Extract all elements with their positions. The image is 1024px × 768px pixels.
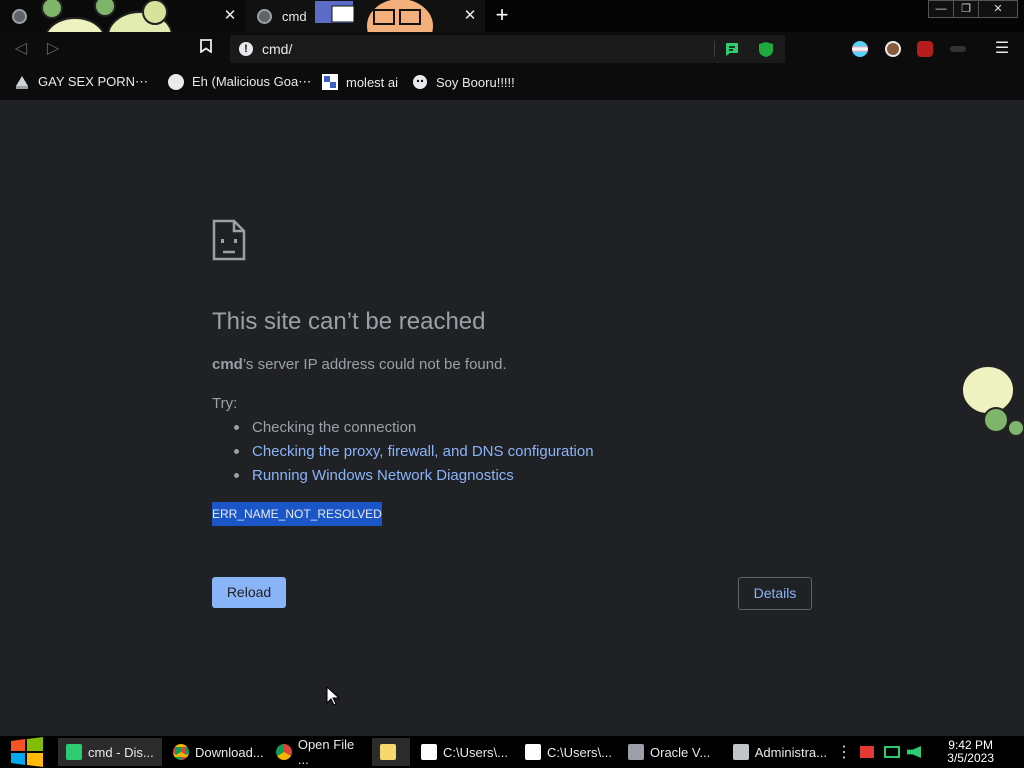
bookmark-4-icon bbox=[413, 75, 427, 89]
close-window-button[interactable]: ✕ bbox=[978, 0, 1018, 18]
restore-button[interactable]: ❐ bbox=[953, 0, 979, 18]
chrome-icon bbox=[173, 744, 189, 760]
chrome-icon bbox=[276, 744, 292, 760]
error-code: ERR_NAME_NOT_RESOLVED bbox=[212, 502, 382, 526]
tab-2-title: cmd bbox=[282, 8, 307, 24]
taskbar-item-explorer[interactable] bbox=[372, 738, 410, 766]
7zip-icon bbox=[525, 744, 541, 760]
tab-strip: ✕ cmd ✕ + — ❐ ✕ bbox=[0, 0, 1024, 63]
new-tab-button[interactable]: + bbox=[490, 4, 514, 28]
error-description: cmd’s server IP address could not be fou… bbox=[212, 356, 507, 373]
site-info-icon[interactable]: ! bbox=[239, 42, 253, 56]
forward-icon[interactable]: ▷ bbox=[42, 38, 64, 60]
taskbar-item-label: Oracle V... bbox=[650, 744, 711, 760]
bookmark-3-label: molest ai bbox=[346, 74, 399, 90]
bookmark-icon[interactable] bbox=[195, 38, 217, 60]
taskbar-item-virtualbox[interactable]: Oracle V... bbox=[620, 738, 720, 766]
error-page: This site can’t be reached cmd’s server … bbox=[0, 100, 1024, 736]
address-bar[interactable]: ! cmd/ bbox=[230, 35, 785, 63]
taskbar-item-label: cmd - Dis... bbox=[88, 744, 154, 760]
discord-icon bbox=[66, 744, 82, 760]
globe-icon bbox=[257, 8, 272, 24]
address-input[interactable]: cmd/ bbox=[262, 41, 292, 57]
bookmark-1-label: GAY SEX PORN⋯ bbox=[38, 74, 149, 89]
volume-icon[interactable] bbox=[907, 746, 921, 758]
bookmarks-bar: GAY SEX PORN⋯ Eh (Malicious Goa⋯ molest … bbox=[0, 66, 1024, 100]
bookmark-4[interactable]: Soy Booru!!!!! bbox=[412, 74, 515, 90]
minimize-button[interactable]: — bbox=[928, 0, 954, 18]
7zip-icon bbox=[421, 744, 437, 760]
reload-button[interactable]: Reload bbox=[212, 577, 286, 608]
pride-flag-extension-icon[interactable] bbox=[852, 41, 868, 57]
back-icon[interactable]: ◁ bbox=[10, 38, 32, 60]
suggestion-diagnostics-link[interactable]: Running Windows Network Diagnostics bbox=[252, 467, 514, 484]
folder-icon bbox=[380, 744, 396, 760]
bullet bbox=[234, 449, 239, 454]
error-description-text: ’s server IP address could not be found. bbox=[242, 356, 507, 373]
taskbar-item-open-file[interactable]: Open File ... bbox=[268, 737, 368, 767]
globe-icon bbox=[12, 8, 27, 24]
error-title: This site can’t be reached bbox=[212, 308, 486, 335]
terminal-icon bbox=[733, 744, 749, 760]
tab-1-close-icon[interactable]: ✕ bbox=[221, 7, 239, 25]
taskbar-item-7zip-2[interactable]: C:\Users\... bbox=[517, 738, 617, 766]
bookmark-2[interactable]: Eh (Malicious Goa⋯ bbox=[168, 74, 311, 90]
bookmark-4-label: Soy Booru!!!!! bbox=[436, 74, 515, 90]
tray-overflow-icon[interactable]: ⋮ bbox=[836, 738, 852, 766]
tab-2-close-icon[interactable]: ✕ bbox=[461, 7, 479, 25]
taskbar: cmd - Dis... Download... Open File ... C… bbox=[0, 736, 1024, 768]
suggestion-connection: Checking the connection bbox=[252, 419, 417, 436]
sad-page-icon bbox=[212, 219, 246, 261]
bullet bbox=[234, 473, 239, 478]
taskbar-item-label: Administra... bbox=[754, 744, 827, 760]
menu-icon[interactable]: ☰ bbox=[991, 38, 1013, 60]
network-icon[interactable] bbox=[884, 746, 900, 758]
start-button[interactable] bbox=[10, 737, 44, 767]
details-button[interactable]: Details bbox=[738, 577, 812, 610]
taskbar-item-7zip-1[interactable]: C:\Users\... bbox=[413, 738, 513, 766]
bookmark-1[interactable]: GAY SEX PORN⋯ bbox=[14, 74, 148, 90]
action-center-flag-icon[interactable] bbox=[860, 746, 874, 758]
globe-icon bbox=[168, 74, 184, 90]
omnibox-divider bbox=[714, 41, 715, 57]
theme-artwork-right bbox=[961, 365, 1024, 437]
extension-icon[interactable] bbox=[950, 46, 966, 52]
bookmark-1-icon bbox=[16, 76, 28, 89]
suggestion-proxy-link[interactable]: Checking the proxy, firewall, and DNS co… bbox=[252, 443, 594, 460]
taskbar-item-admin[interactable]: Administra... bbox=[725, 738, 827, 766]
taskbar-item-discord[interactable]: cmd - Dis... bbox=[58, 738, 162, 766]
bookmark-3-icon bbox=[322, 74, 338, 90]
try-label: Try: bbox=[212, 395, 238, 412]
system-clock[interactable]: 9:42 PM 3/5/2023 bbox=[947, 739, 994, 765]
taskbar-item-label: Open File ... bbox=[297, 737, 355, 767]
taskbar-item-downloads[interactable]: Download... bbox=[165, 738, 265, 766]
toolbar: ◁ ▷ ! cmd/ ☰ bbox=[0, 32, 1024, 66]
ublock-icon[interactable] bbox=[917, 41, 933, 57]
shield-extension-icon[interactable] bbox=[758, 41, 774, 58]
avatar-extension-icon[interactable] bbox=[885, 41, 901, 57]
mouse-cursor-icon bbox=[326, 686, 340, 706]
clock-date: 3/5/2023 bbox=[947, 751, 994, 765]
virtualbox-icon bbox=[628, 744, 644, 760]
taskbar-item-label: Download... bbox=[195, 744, 264, 760]
chat-extension-icon[interactable] bbox=[724, 42, 740, 57]
bookmark-2-label: Eh (Malicious Goa⋯ bbox=[192, 74, 312, 89]
bullet bbox=[234, 425, 239, 430]
taskbar-item-label: C:\Users\... bbox=[547, 744, 613, 760]
error-host: cmd bbox=[212, 356, 243, 373]
bookmark-3[interactable]: molest ai bbox=[322, 74, 398, 90]
taskbar-item-label: C:\Users\... bbox=[443, 744, 509, 760]
